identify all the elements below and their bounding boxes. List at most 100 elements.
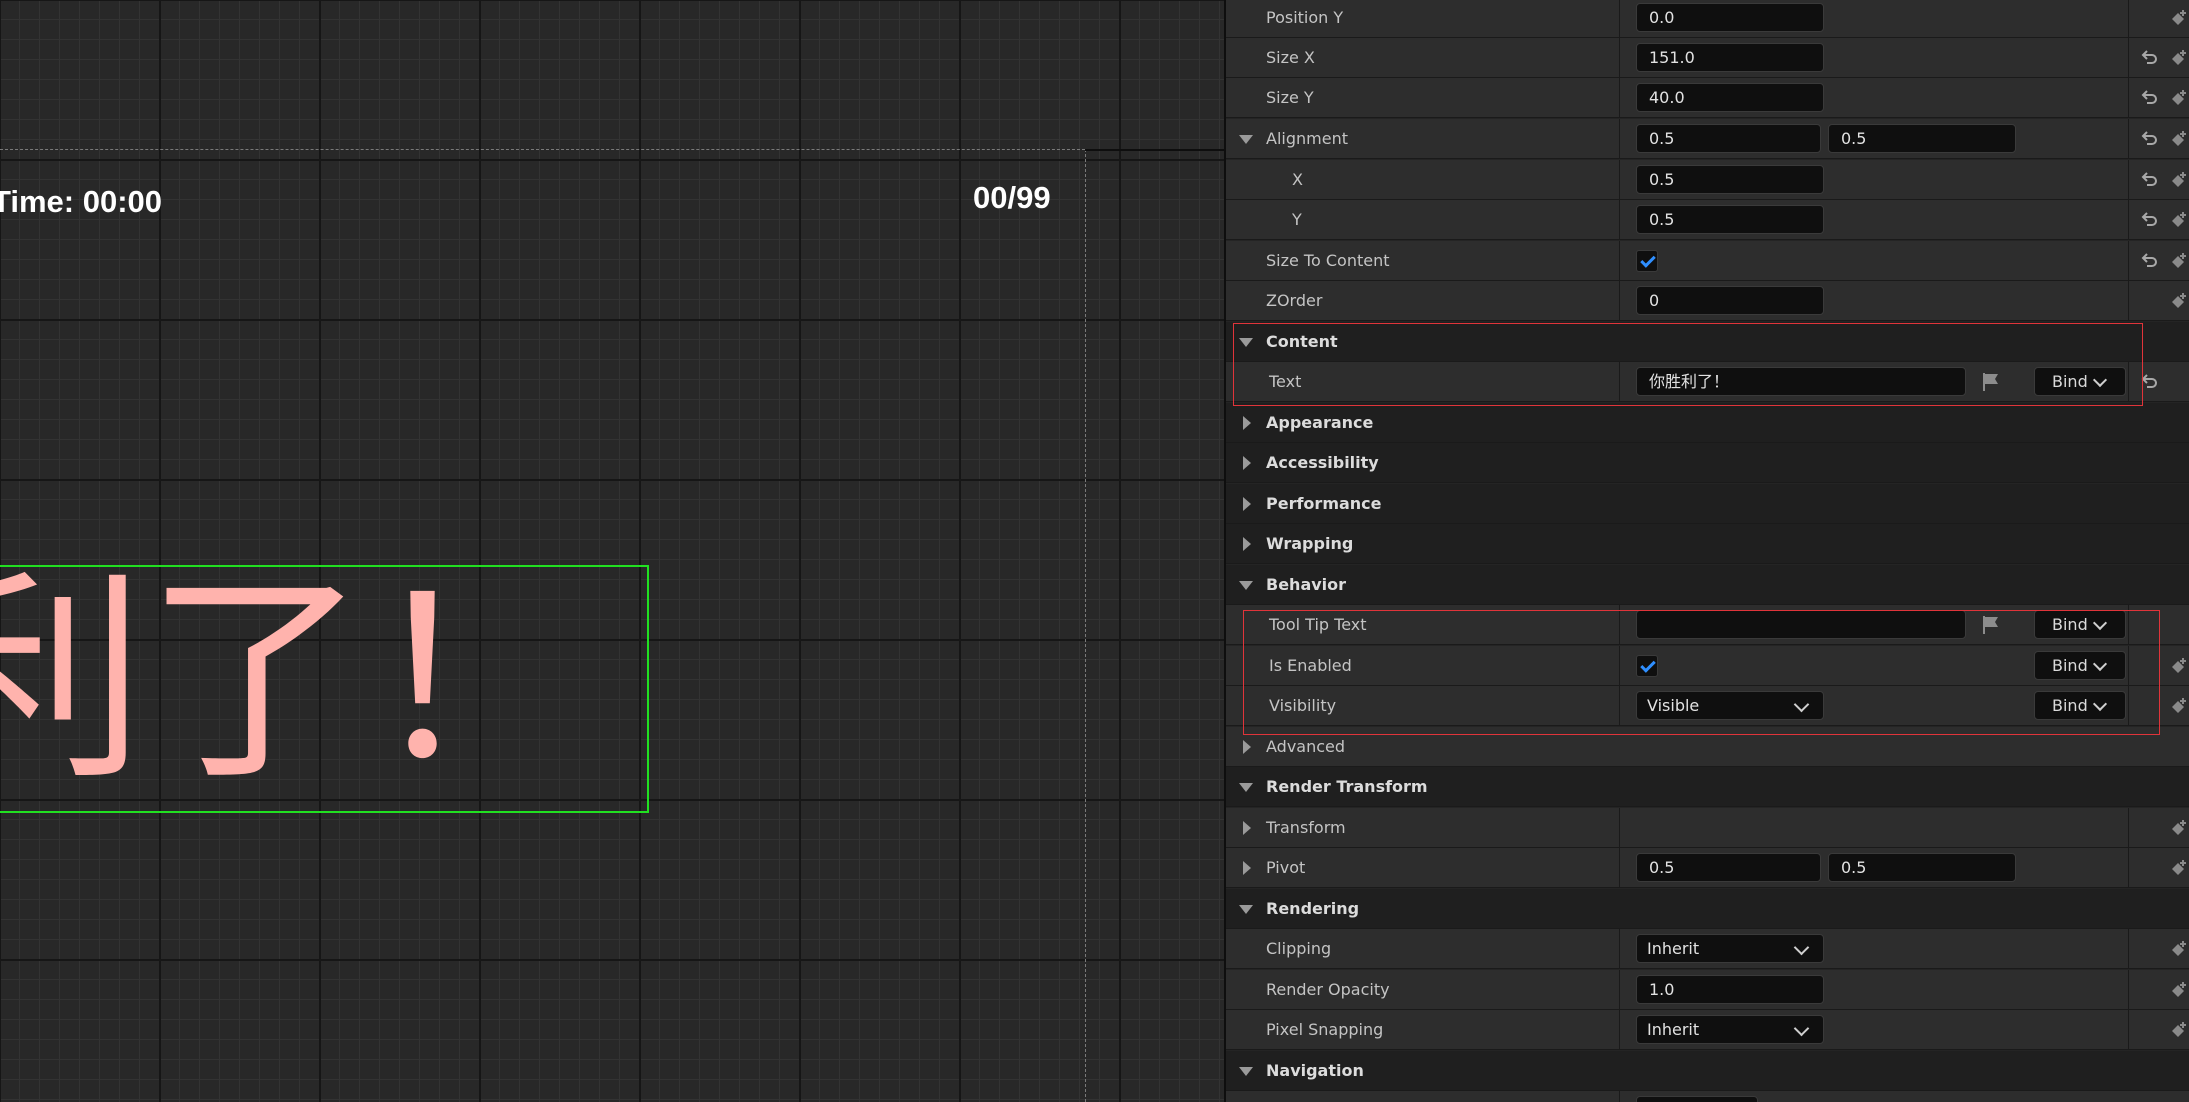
bind-button-label: Bind [2052, 372, 2088, 391]
visibility-label: Visibility [1269, 696, 1337, 715]
visibility-value: Visible [1647, 696, 1700, 715]
category-behavior[interactable]: Behavior [1226, 565, 2189, 605]
win-message-text: 利了！ [0, 565, 589, 810]
alignment-y-sub-input[interactable]: 0.5 [1636, 205, 1824, 234]
bind-button-label: Bind [2052, 696, 2088, 715]
row-advanced[interactable]: Advanced [1226, 727, 2189, 767]
category-performance[interactable]: Performance [1226, 484, 2189, 524]
navigation-partial-field[interactable] [1636, 1096, 1758, 1102]
row-navigation-partial [1226, 1091, 2189, 1102]
row-position-y: Position Y 0.0 [1226, 0, 2189, 38]
add-keyframe-icon[interactable] [2166, 938, 2189, 962]
reset-to-default-icon[interactable] [2140, 48, 2160, 68]
category-navigation[interactable]: Navigation [1226, 1051, 2189, 1091]
text-input[interactable]: 你胜利了！ [1636, 367, 1966, 396]
text-bind-button[interactable]: Bind [2034, 367, 2126, 396]
reset-to-default-icon[interactable] [2140, 210, 2160, 230]
tool-tip-text-input[interactable] [1636, 610, 1966, 639]
category-accessibility[interactable]: Accessibility [1226, 443, 2189, 483]
is-enabled-bind-button[interactable]: Bind [2034, 651, 2126, 680]
expand-arrow-icon[interactable] [1238, 727, 1254, 767]
add-keyframe-icon[interactable] [2166, 128, 2189, 152]
add-keyframe-icon[interactable] [2166, 695, 2189, 719]
category-render-transform[interactable]: Render Transform [1226, 767, 2189, 807]
expand-arrow-icon[interactable] [1238, 524, 1254, 564]
size-to-content-label: Size To Content [1266, 251, 1390, 270]
alignment-x-sub-input[interactable]: 0.5 [1636, 165, 1824, 194]
add-keyframe-icon[interactable] [2166, 169, 2189, 193]
row-visibility: Visibility Visible Bind [1226, 686, 2189, 726]
designer-viewport[interactable]: Time: 00:00 00/99 利了！ [0, 0, 1224, 1102]
expand-arrow-icon[interactable] [1238, 848, 1254, 888]
visibility-bind-button[interactable]: Bind [2034, 691, 2126, 720]
counter-text-widget[interactable]: 00/99 [973, 180, 1051, 216]
chevron-down-icon [2092, 615, 2108, 631]
size-x-input[interactable]: 151.0 [1636, 43, 1824, 72]
row-transform[interactable]: Transform [1226, 808, 2189, 848]
category-rendering[interactable]: Rendering [1226, 889, 2189, 929]
alignment-label: Alignment [1266, 129, 1348, 148]
performance-category-label: Performance [1266, 494, 1382, 513]
row-tool-tip-text: Tool Tip Text Bind [1226, 605, 2189, 645]
reset-to-default-icon[interactable] [2140, 129, 2160, 149]
add-keyframe-icon[interactable] [2166, 47, 2189, 71]
collapse-arrow-icon[interactable] [1238, 889, 1254, 929]
row-clipping: Clipping Inherit [1226, 929, 2189, 969]
add-keyframe-icon[interactable] [2166, 979, 2189, 1003]
zorder-input[interactable]: 0 [1636, 286, 1824, 315]
expand-arrow-icon[interactable] [1238, 484, 1254, 524]
render-opacity-input[interactable]: 1.0 [1636, 975, 1824, 1004]
expand-arrow-icon[interactable] [1238, 808, 1254, 848]
row-size-to-content: Size To Content [1226, 241, 2189, 281]
collapse-arrow-icon[interactable] [1238, 322, 1254, 362]
expand-arrow-icon[interactable] [1238, 119, 1254, 159]
add-keyframe-icon[interactable] [2166, 817, 2189, 841]
add-keyframe-icon[interactable] [2166, 1019, 2189, 1043]
localization-flag-icon[interactable] [1980, 371, 2002, 393]
pixel-snapping-dropdown[interactable]: Inherit [1636, 1015, 1824, 1044]
reset-to-default-icon[interactable] [2140, 170, 2160, 190]
collapse-arrow-icon[interactable] [1238, 565, 1254, 605]
reset-to-default-icon[interactable] [2140, 372, 2160, 392]
add-keyframe-icon[interactable] [2166, 87, 2189, 111]
category-content[interactable]: Content [1226, 322, 2189, 362]
add-keyframe-icon[interactable] [2166, 209, 2189, 233]
visibility-dropdown[interactable]: Visible [1636, 691, 1824, 720]
category-appearance[interactable]: Appearance [1226, 403, 2189, 443]
pivot-y-input[interactable]: 0.5 [1828, 853, 2016, 882]
tool-tip-bind-button[interactable]: Bind [2034, 610, 2126, 639]
clipping-value: Inherit [1647, 939, 1700, 958]
canvas-edge-line [1085, 149, 1224, 151]
is-enabled-checkbox[interactable] [1636, 655, 1658, 677]
size-to-content-checkbox[interactable] [1636, 250, 1658, 272]
row-pivot[interactable]: Pivot 0.5 0.5 [1226, 848, 2189, 888]
clipping-dropdown[interactable]: Inherit [1636, 934, 1824, 963]
alignment-y-input[interactable]: 0.5 [1828, 124, 2016, 153]
category-wrapping[interactable]: Wrapping [1226, 524, 2189, 564]
row-alignment[interactable]: Alignment 0.5 0.5 [1226, 119, 2189, 159]
accessibility-category-label: Accessibility [1266, 453, 1379, 472]
rendering-category-label: Rendering [1266, 899, 1360, 918]
selected-text-widget[interactable]: 利了！ [0, 565, 649, 813]
bind-button-label: Bind [2052, 656, 2088, 675]
reset-to-default-icon[interactable] [2140, 251, 2160, 271]
expand-arrow-icon[interactable] [1238, 443, 1254, 483]
size-y-input[interactable]: 40.0 [1636, 83, 1824, 112]
add-keyframe-icon[interactable] [2166, 655, 2189, 679]
add-keyframe-icon[interactable] [2166, 250, 2189, 274]
pivot-x-input[interactable]: 0.5 [1636, 853, 1821, 882]
add-keyframe-icon[interactable] [2166, 7, 2189, 31]
add-keyframe-icon[interactable] [2166, 290, 2189, 314]
collapse-arrow-icon[interactable] [1238, 1051, 1254, 1091]
time-text-widget[interactable]: Time: 00:00 [0, 184, 162, 220]
expand-arrow-icon[interactable] [1238, 403, 1254, 443]
is-enabled-label: Is Enabled [1269, 656, 1352, 675]
alignment-x-input[interactable]: 0.5 [1636, 124, 1821, 153]
position-y-input[interactable]: 0.0 [1636, 3, 1824, 32]
row-alignment-y: Y 0.5 [1226, 200, 2189, 240]
collapse-arrow-icon[interactable] [1238, 767, 1254, 807]
localization-flag-icon[interactable] [1980, 614, 2002, 636]
reset-to-default-icon[interactable] [2140, 88, 2160, 108]
add-keyframe-icon[interactable] [2166, 857, 2189, 881]
row-size-y: Size Y 40.0 [1226, 78, 2189, 118]
